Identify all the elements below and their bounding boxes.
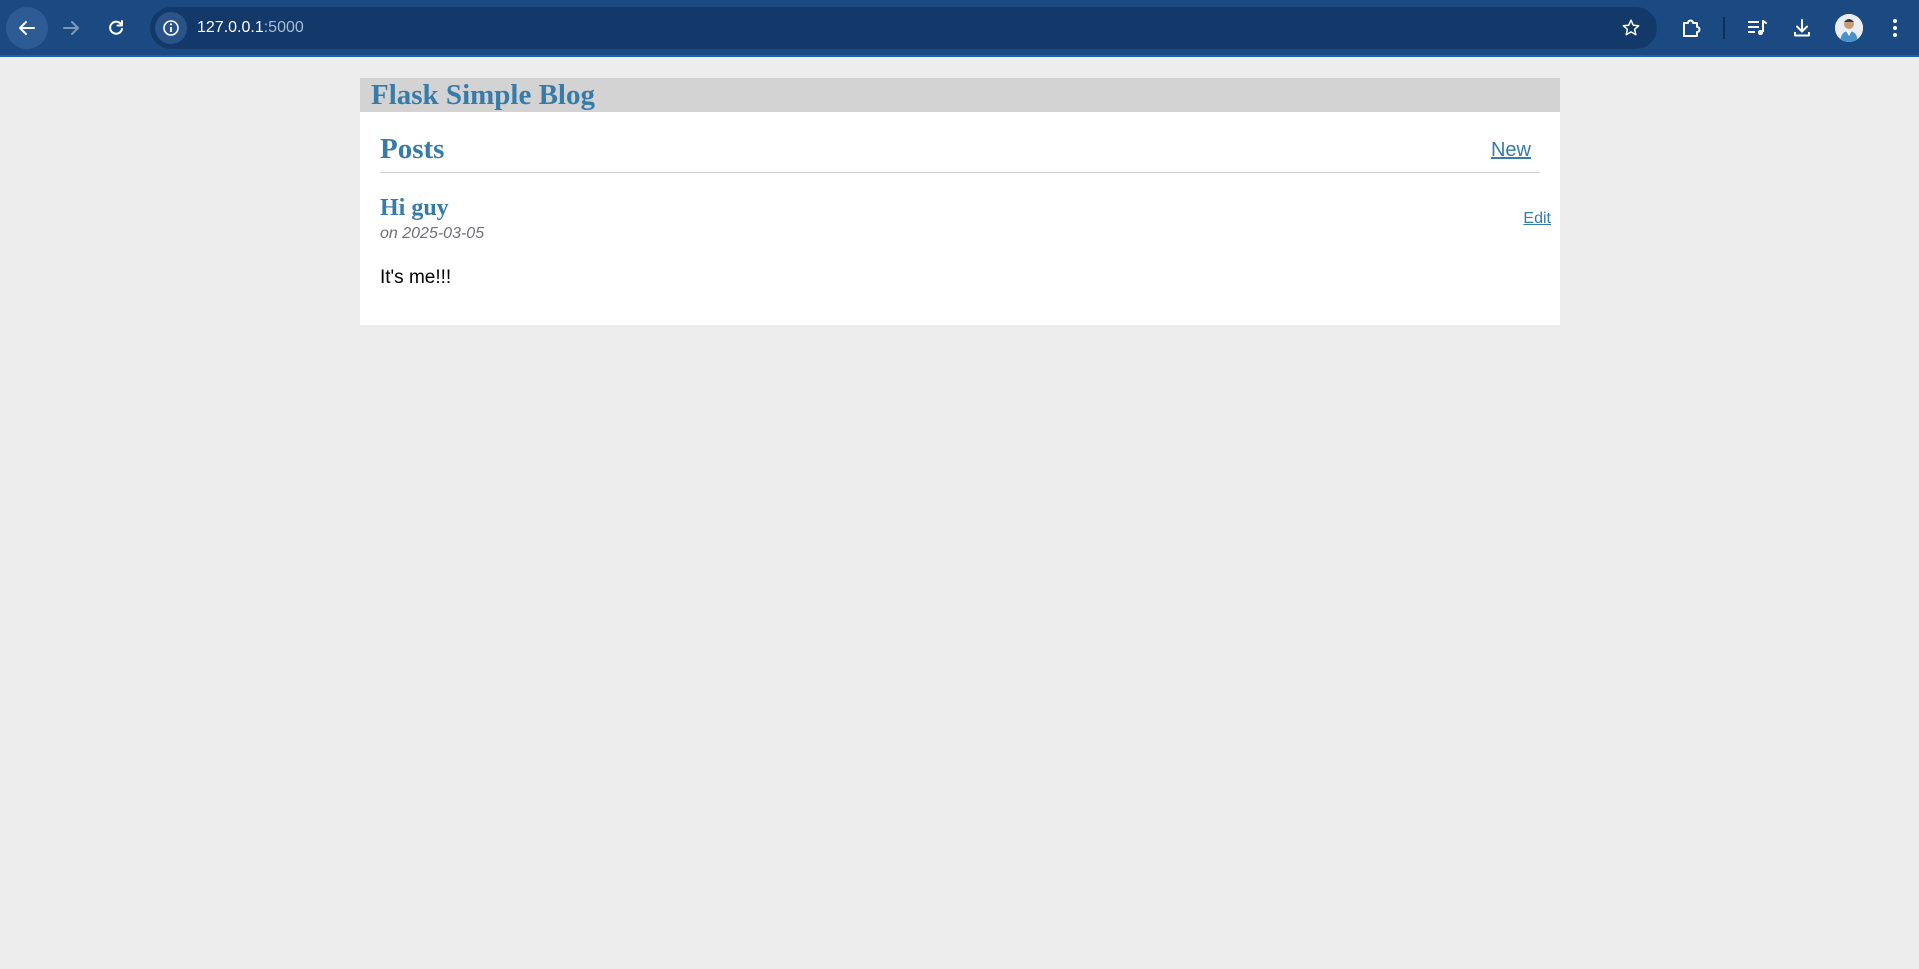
kebab-menu-icon <box>1893 19 1897 37</box>
url-host: 127.0.0.1 <box>197 19 264 36</box>
reload-button[interactable] <box>95 7 137 49</box>
profile-avatar[interactable] <box>1835 14 1863 42</box>
bookmark-button[interactable] <box>1619 16 1643 40</box>
browser-menu-button[interactable] <box>1880 13 1910 43</box>
posts-header: Posts New <box>380 112 1540 173</box>
post-date: on 2025-03-05 <box>380 225 485 242</box>
content-section: Posts New Hi guy on 2025-03-05 It's me!!… <box>360 112 1560 323</box>
avatar <box>1835 14 1863 42</box>
toolbar-divider <box>1723 17 1725 39</box>
page-title: Posts <box>380 133 445 165</box>
puzzle-icon <box>1683 19 1701 37</box>
extensions-button[interactable] <box>1677 13 1707 43</box>
site-info-button[interactable] <box>155 12 187 44</box>
post-title: Hi guy <box>380 195 449 221</box>
forward-arrow-icon <box>63 21 79 35</box>
back-button[interactable] <box>6 7 48 49</box>
post-body: It's me!!! <box>380 267 452 288</box>
new-post-link[interactable]: New <box>1491 138 1531 162</box>
media-controls-button[interactable] <box>1742 13 1772 43</box>
browser-toolbar: 127.0.0.1:5000 <box>0 0 1919 57</box>
post-item: Hi guy on 2025-03-05 It's me!!! <box>380 173 1540 323</box>
address-bar[interactable]: 127.0.0.1:5000 <box>150 7 1657 49</box>
download-icon <box>1794 19 1810 37</box>
reload-icon <box>109 20 123 35</box>
forward-button[interactable] <box>50 7 92 49</box>
blog-page: Flask Simple Blog Posts New Hi guy on 20… <box>360 78 1560 325</box>
edit-post-link[interactable]: Edit <box>1523 210 1551 228</box>
url-port: :5000 <box>263 19 304 36</box>
downloads-button[interactable] <box>1787 13 1817 43</box>
media-queue-icon <box>1748 20 1767 36</box>
star-icon <box>1622 19 1640 36</box>
site-header: Flask Simple Blog <box>360 78 1560 112</box>
info-icon <box>163 20 179 36</box>
url-text[interactable]: 127.0.0.1:5000 <box>197 18 304 38</box>
site-title: Flask Simple Blog <box>371 79 595 111</box>
back-arrow-icon <box>19 21 35 35</box>
